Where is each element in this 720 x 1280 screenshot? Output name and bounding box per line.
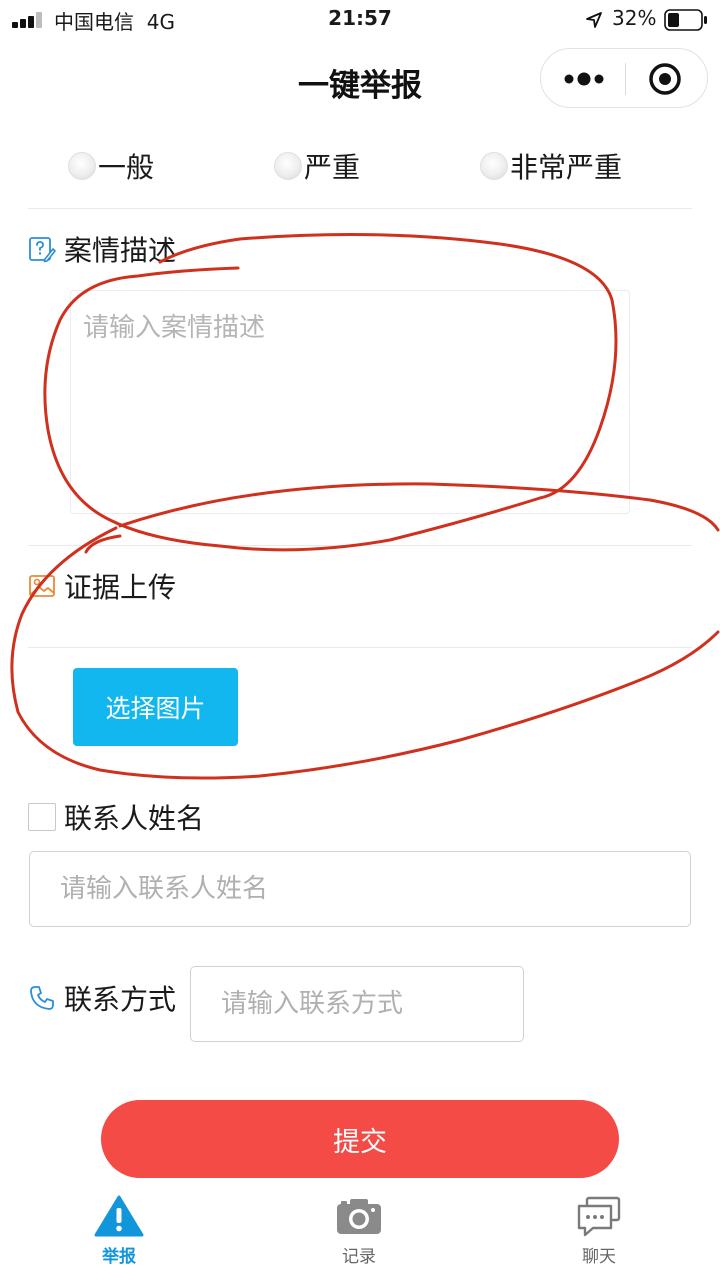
contact-name-header: 联系人姓名 [28,797,204,837]
mini-program-capsule [540,48,708,108]
camera-icon [337,1199,381,1234]
divider [28,208,692,209]
divider [28,647,692,648]
submit-button[interactable]: 提交 [101,1100,619,1178]
phone-icon [30,986,54,1010]
radio-button[interactable] [68,152,96,180]
radio-label: 一般 [98,151,155,184]
severity-option-general[interactable]: 一般 [68,146,154,186]
description-label: 案情描述 [64,234,177,267]
tab-chat[interactable]: 聊天 [539,1194,659,1274]
contact-method-header: 联系方式 [28,978,176,1018]
choose-image-button[interactable]: 选择图片 [73,668,238,746]
battery-icon [664,9,707,31]
battery-percent: 32% [612,6,657,30]
edit-question-icon [29,237,56,263]
tab-records[interactable]: 记录 [299,1194,419,1274]
image-icon [29,575,55,597]
radio-button[interactable] [274,152,302,180]
contact-name-checkbox[interactable] [28,803,56,831]
contact-method-input[interactable] [190,966,524,1042]
description-textarea[interactable] [71,291,629,513]
radio-label: 严重 [304,151,361,184]
tab-label: 记录 [342,1247,376,1267]
severity-radio-group: 一般 严重 非常严重 [0,134,720,200]
description-textarea-wrapper [70,290,630,514]
title-bar: 一键举报 [0,44,720,110]
tab-label: 聊天 [582,1247,616,1267]
contact-name-input[interactable] [29,851,691,927]
contact-name-label: 联系人姓名 [64,802,205,835]
bottom-tab-bar: 举报 记录 聊天 [0,1188,720,1280]
severity-option-serious[interactable]: 严重 [274,146,360,186]
severity-option-very-serious[interactable]: 非常严重 [480,146,622,186]
contact-method-label: 联系方式 [64,983,177,1016]
chat-icon [577,1196,621,1237]
target-circle-icon[interactable] [647,61,683,97]
description-header: 案情描述 [28,229,176,269]
warning-icon [94,1195,144,1237]
tab-report[interactable]: 举报 [59,1194,179,1274]
evidence-header: 证据上传 [28,566,176,606]
evidence-label: 证据上传 [64,571,177,604]
more-dots-icon[interactable] [563,67,605,91]
tab-label: 举报 [102,1247,136,1267]
divider [28,545,692,546]
radio-button[interactable] [480,152,508,180]
location-arrow-icon [586,12,602,28]
capsule-divider [625,63,626,95]
radio-label: 非常严重 [510,151,623,184]
status-bar: 中国电信 4G 21:57 32% [0,0,720,40]
